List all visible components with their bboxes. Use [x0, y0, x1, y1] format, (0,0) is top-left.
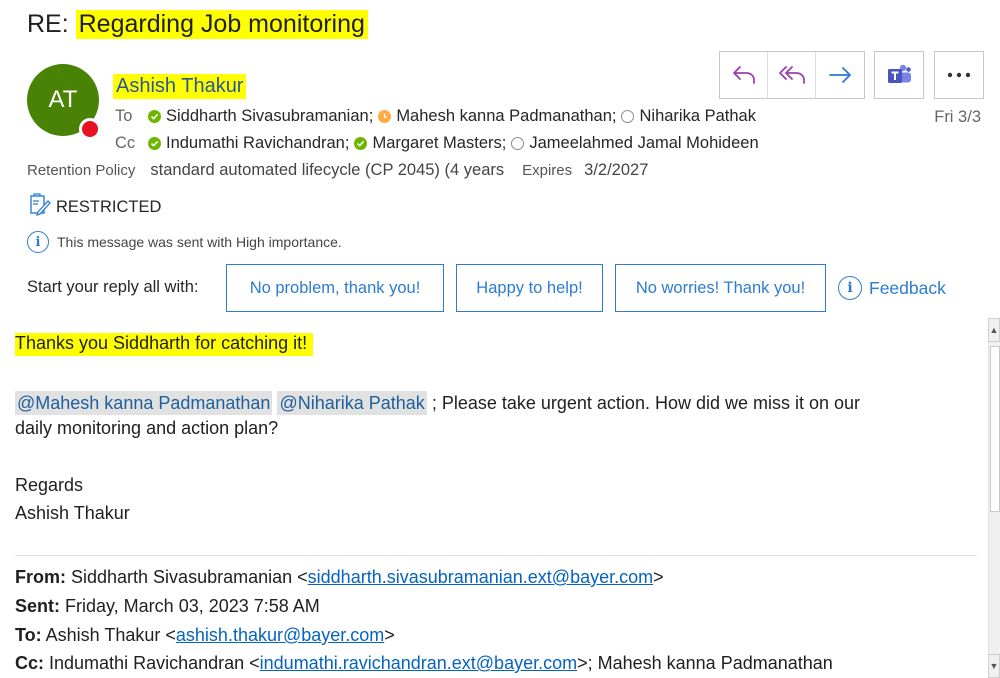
teams-icon [888, 64, 911, 83]
quick-reply-button-2[interactable]: Happy to help! [456, 264, 603, 312]
offline-status-icon [621, 110, 635, 123]
teams-toolbar [874, 51, 924, 99]
recipient-separator: ; [344, 134, 350, 152]
from-email-link[interactable]: siddharth.sivasubramanian.ext@bayer.com [308, 567, 653, 587]
expires-label: Expires [522, 162, 573, 179]
quick-reply-button-1[interactable]: No problem, thank you! [226, 264, 444, 312]
reply-actions-toolbar [719, 51, 865, 99]
offline-status-icon [511, 137, 525, 150]
recipient-cc-1[interactable]: Indumathi Ravichandran; [148, 134, 354, 153]
reply-all-icon [778, 66, 805, 84]
reply-button[interactable] [720, 52, 768, 98]
body-line-1: ; Please take urgent action. How did we … [426, 393, 861, 413]
from-label: From: [15, 567, 66, 587]
more-icon [947, 72, 971, 78]
available-status-icon [148, 110, 161, 123]
recipient-separator: ; [611, 107, 617, 125]
from-name: Siddharth Sivasubramanian < [66, 567, 308, 587]
mention-mahesh[interactable]: @Mahesh kanna Padmanathan [15, 391, 273, 415]
scroll-up-icon[interactable]: ▲ [988, 318, 1000, 342]
scroll-down-icon[interactable]: ▼ [988, 654, 1000, 678]
sent-label: Sent: [15, 596, 60, 616]
more-actions-button[interactable] [935, 52, 983, 98]
info-icon: i [27, 231, 49, 253]
quoted-divider [15, 555, 977, 556]
to-row: To Siddharth Sivasubramanian; Mahesh kan… [115, 107, 756, 126]
more-toolbar [934, 51, 984, 99]
presence-busy-icon [79, 118, 101, 140]
body-thanks-line: Thanks you Siddharth for catching it! [15, 333, 314, 356]
reply-all-button[interactable] [768, 52, 816, 98]
body-mention-line: @Mahesh kanna Padmanathan @Niharika Path… [15, 389, 860, 417]
recipient-to-1[interactable]: Siddharth Sivasubramanian; [148, 107, 378, 126]
to-header-name: Ashish Thakur < [41, 625, 176, 645]
sender-name[interactable]: Ashish Thakur [113, 74, 247, 99]
away-status-icon [378, 110, 392, 123]
mention-niharika[interactable]: @Niharika Pathak [277, 391, 427, 415]
recipient-name: Niharika Pathak [639, 107, 756, 125]
retention-policy: Retention Policy standard automated life… [27, 161, 648, 180]
body-regards: Regards [15, 475, 84, 495]
feedback-link[interactable]: i Feedback [838, 276, 946, 300]
recipient-name: Margaret Masters [372, 134, 502, 152]
forward-icon [829, 67, 851, 83]
recipient-to-2[interactable]: Mahesh kanna Padmanathan; [378, 107, 621, 126]
cc-rest: >; Mahesh kanna Padmanathan [577, 653, 833, 673]
recipient-name: Mahesh kanna Padmanathan [396, 107, 612, 125]
highlighted-thanks: Thanks you Siddharth for catching it! [15, 333, 314, 356]
quick-reply-button-3[interactable]: No worries! Thank you! [615, 264, 826, 312]
recipient-name: Jameelahmed Jamal Mohideen [529, 134, 759, 152]
available-status-icon [354, 137, 368, 150]
cc-header-label: Cc: [15, 653, 45, 673]
from-close: > [653, 567, 664, 587]
classification-label: RESTRICTED [29, 193, 161, 222]
recipient-cc-3[interactable]: Jameelahmed Jamal Mohideen [511, 134, 759, 153]
feedback-text: Feedback [869, 277, 946, 298]
info-icon: i [838, 276, 862, 300]
importance-text: This message was sent with High importan… [57, 234, 342, 250]
recipient-separator: ; [501, 134, 507, 152]
expires-value: 3/2/2027 [584, 161, 649, 179]
share-to-teams-button[interactable] [875, 52, 923, 98]
retention-value: standard automated lifecycle (CP 2045) (… [150, 161, 505, 179]
quoted-to: To: Ashish Thakur <ashish.thakur@bayer.c… [15, 625, 395, 646]
body-line-2: daily monitoring and action plan? [15, 418, 279, 438]
recipient-name: Siddharth Sivasubramanian [166, 107, 369, 125]
to-label: To [115, 107, 133, 125]
avatar-initials: AT [48, 86, 78, 113]
to-header-label: To: [15, 625, 42, 645]
email-subject: RE: Regarding Job monitoring [27, 10, 368, 39]
cc-header-name: Indumathi Ravichandran < [44, 653, 260, 673]
scrollbar-thumb[interactable] [990, 346, 1000, 512]
importance-notice: i This message was sent with High import… [27, 231, 342, 253]
body-signature: Ashish Thakur [15, 503, 130, 523]
to-email-link[interactable]: ashish.thakur@bayer.com [176, 625, 384, 645]
forward-button[interactable] [816, 52, 864, 98]
sensitivity-label-icon [29, 193, 56, 222]
subject-text: Regarding Job monitoring [75, 10, 368, 39]
reply-icon [732, 66, 755, 84]
classification-text: RESTRICTED [56, 198, 162, 216]
quoted-cc: Cc: Indumathi Ravichandran <indumathi.ra… [15, 653, 833, 674]
quoted-sent: Sent: Friday, March 03, 2023 7:58 AM [15, 596, 320, 617]
recipient-to-3[interactable]: Niharika Pathak [621, 107, 756, 126]
cc-row: Cc Indumathi Ravichandran; Margaret Mast… [115, 134, 759, 153]
received-date: Fri 3/3 [934, 108, 981, 126]
retention-label: Retention Policy [27, 162, 136, 179]
recipient-cc-2[interactable]: Margaret Masters; [354, 134, 511, 153]
available-status-icon [148, 137, 161, 150]
quoted-from: From: Siddharth Sivasubramanian <siddhar… [15, 567, 664, 588]
cc-email-link[interactable]: indumathi.ravichandran.ext@bayer.com [260, 653, 577, 673]
recipient-name: Indumathi Ravichandran [166, 134, 345, 152]
sent-value: Friday, March 03, 2023 7:58 AM [60, 596, 320, 616]
subject-prefix: RE: [27, 10, 76, 38]
recipient-separator: ; [368, 107, 374, 125]
quick-reply-label: Start your reply all with: [27, 278, 199, 296]
to-close: > [384, 625, 395, 645]
cc-label: Cc [115, 134, 136, 152]
